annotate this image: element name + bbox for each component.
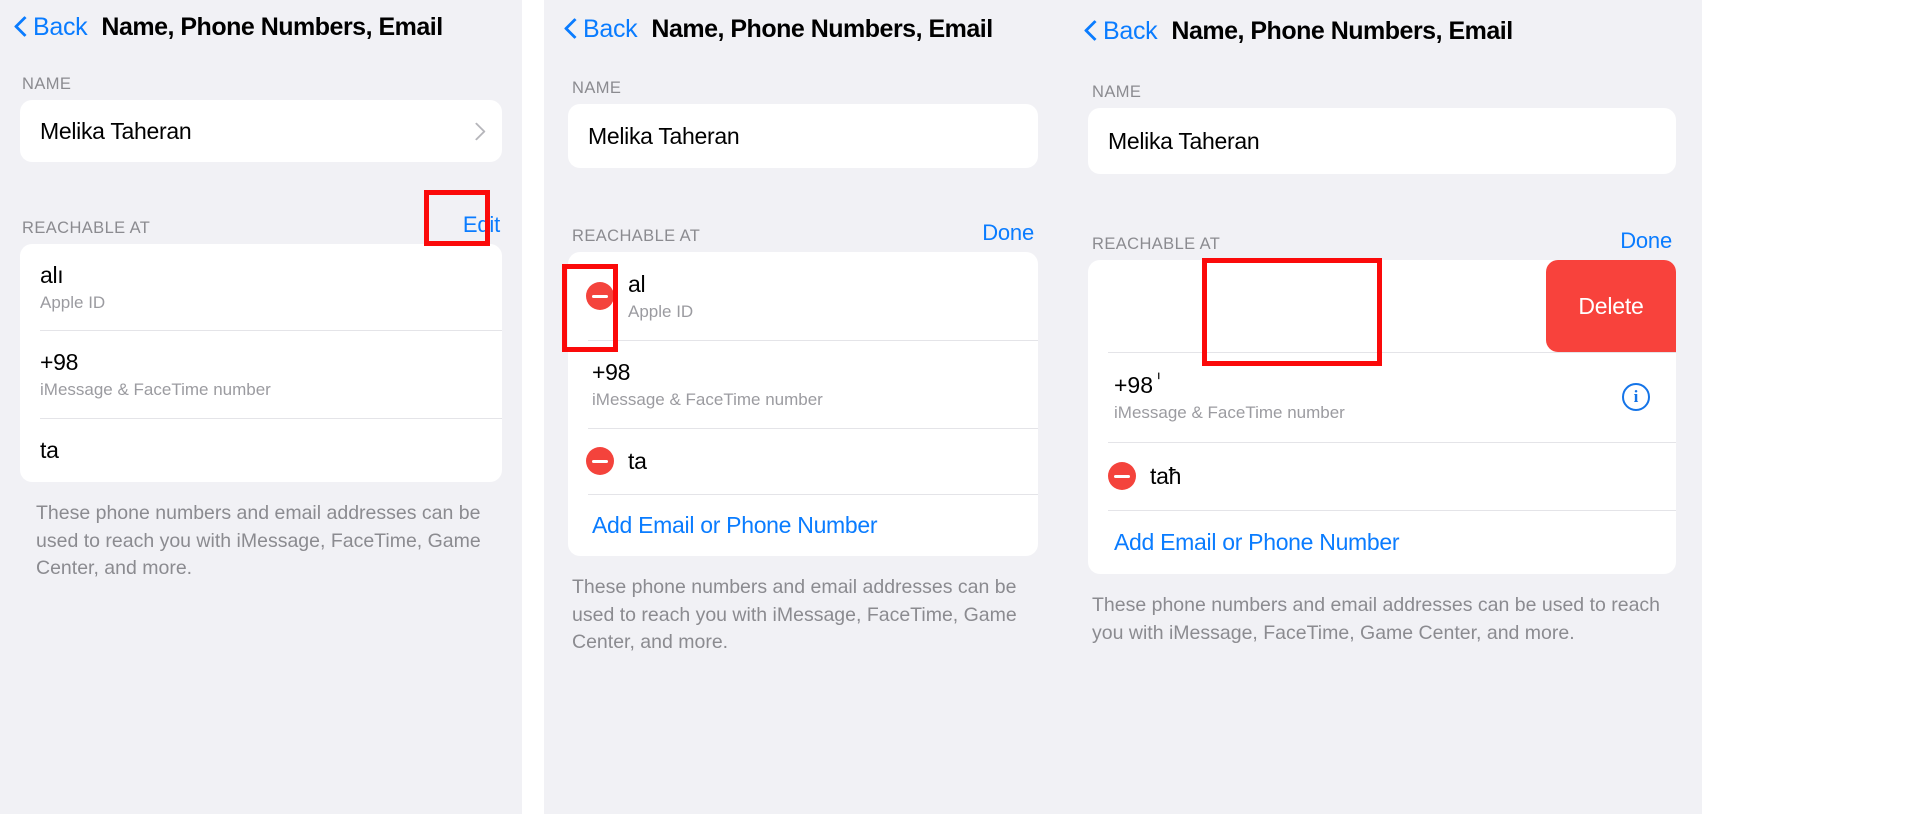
footer-note: These phone numbers and email addresses … — [572, 576, 1017, 654]
table-row[interactable]: +98 iMessage & FaceTime number — [20, 330, 502, 418]
done-button[interactable]: Done — [982, 220, 1034, 246]
page-title: Name, Phone Numbers, Email — [1171, 16, 1513, 45]
back-button[interactable]: Back — [1084, 16, 1158, 46]
footer-note: These phone numbers and email addresses … — [36, 502, 481, 580]
navigation-bar: Back Name, Phone Numbers, Email — [544, 0, 1062, 58]
row-subtitle: iMessage & FaceTime number — [592, 389, 823, 409]
reachable-card: e e ID Delete +98 ٰ iMessage & FaceTime … — [1088, 260, 1676, 574]
footer-note: These phone numbers and email addresses … — [1092, 594, 1661, 644]
navigation-bar: Back Name, Phone Numbers, Email — [1062, 0, 1702, 62]
name-row[interactable]: Melika Taheran — [568, 104, 1038, 168]
row-content: +98 iMessage & FaceTime number — [592, 359, 1018, 410]
row-title: alı — [40, 261, 64, 288]
table-row[interactable]: ta — [568, 428, 1038, 494]
row-subtitle: iMessage & FaceTime number — [40, 379, 271, 399]
reachable-section-label: REACHABLE AT — [1092, 235, 1221, 253]
info-glyph: i — [1633, 387, 1639, 406]
panel-step-1: Back Name, Phone Numbers, Email NAME Mel… — [0, 0, 522, 814]
edit-button[interactable]: Edit — [463, 212, 500, 238]
name-value: Melika Taheran — [40, 117, 192, 144]
row-content: ta — [40, 437, 482, 464]
add-row[interactable]: Add Email or Phone Number — [1088, 510, 1676, 574]
name-card: Melika Taheran — [20, 100, 502, 162]
add-row-label: Add Email or Phone Number — [1114, 528, 1400, 555]
panel-step-3: Back Name, Phone Numbers, Email NAME Mel… — [1062, 0, 1702, 814]
delete-button[interactable]: Delete — [1546, 260, 1676, 352]
info-circle-icon[interactable]: i — [1622, 383, 1650, 411]
minus-circle-icon[interactable] — [586, 447, 614, 475]
chevron-left-icon — [564, 17, 578, 41]
row-subtitle: iMessage & FaceTime number — [1114, 402, 1345, 422]
row-title: ta — [628, 447, 647, 474]
row-title: taħ — [1150, 462, 1182, 489]
back-button-label: Back — [583, 14, 638, 43]
name-value: Melika Taheran — [1108, 127, 1260, 154]
back-button-label: Back — [33, 12, 88, 41]
back-button[interactable]: Back — [564, 14, 638, 44]
row-content: al Apple ID — [628, 271, 1018, 322]
row-title: al — [628, 270, 646, 297]
reachable-section-header: REACHABLE AT Edit — [0, 198, 522, 244]
row-title: +98 ٰ — [1114, 371, 1161, 398]
reachable-section-header: REACHABLE AT Done — [544, 206, 1062, 252]
page-title: Name, Phone Numbers, Email — [101, 12, 443, 41]
row-title: e — [1088, 281, 1580, 308]
name-card: Melika Taheran — [1088, 108, 1676, 174]
row-content: +98 iMessage & FaceTime number — [40, 349, 482, 400]
row-content: ta — [628, 448, 1018, 475]
row-subtitle: Apple ID — [40, 292, 106, 312]
reachable-section-label: REACHABLE AT — [22, 219, 151, 237]
row-subtitle: Apple ID — [628, 301, 694, 321]
navigation-bar: Back Name, Phone Numbers, Email — [0, 0, 522, 54]
row-title: +98 — [40, 348, 79, 375]
minus-circle-icon[interactable] — [1108, 462, 1136, 490]
name-section-label: NAME — [22, 75, 72, 93]
table-row[interactable]: +98 ٰ iMessage & FaceTime number i — [1088, 352, 1676, 442]
row-content: +98 ٰ iMessage & FaceTime number — [1114, 372, 1622, 423]
add-row[interactable]: Add Email or Phone Number — [568, 494, 1038, 556]
table-row[interactable]: al Apple ID — [568, 252, 1038, 340]
table-row[interactable]: alı Apple ID — [20, 244, 502, 330]
page-title: Name, Phone Numbers, Email — [651, 14, 993, 43]
name-row[interactable]: Melika Taheran — [1088, 108, 1676, 174]
screenshot-triptych: Back Name, Phone Numbers, Email NAME Mel… — [0, 0, 1920, 814]
name-section-header: NAME — [1062, 62, 1702, 108]
back-button-label: Back — [1103, 16, 1158, 45]
chevron-right-icon — [470, 120, 482, 142]
name-row-main: Melika Taheran — [588, 123, 1018, 150]
name-card: Melika Taheran — [568, 104, 1038, 168]
reachable-section-label: REACHABLE AT — [572, 227, 701, 245]
chevron-left-icon — [14, 15, 28, 39]
panel-divider — [522, 0, 544, 814]
done-button[interactable]: Done — [1620, 228, 1672, 254]
table-row[interactable]: ta — [20, 418, 502, 482]
row-content: taħ — [1150, 463, 1656, 490]
row-title: ta — [40, 436, 59, 463]
reachable-section-header: REACHABLE AT Done — [1062, 214, 1702, 260]
panel-step-2: Back Name, Phone Numbers, Email NAME Mel… — [544, 0, 1062, 814]
row-content: alı Apple ID — [40, 262, 482, 313]
table-row-swiped[interactable]: e e ID Delete — [1088, 260, 1676, 352]
table-row[interactable]: taħ — [1088, 442, 1676, 510]
minus-circle-icon[interactable] — [586, 282, 614, 310]
name-section-label: NAME — [572, 79, 622, 97]
name-row[interactable]: Melika Taheran — [20, 100, 502, 162]
name-section-header: NAME — [544, 58, 1062, 104]
name-section-label: NAME — [1092, 83, 1142, 101]
row-subtitle: e ID — [1088, 312, 1580, 332]
reachable-card: al Apple ID +98 iMessage & FaceTime numb… — [568, 252, 1038, 556]
add-row-label: Add Email or Phone Number — [592, 511, 878, 538]
name-section-header: NAME — [0, 54, 522, 100]
reachable-card: alı Apple ID +98 iMessage & FaceTime num… — [20, 244, 502, 482]
name-value: Melika Taheran — [588, 122, 740, 149]
row-title: +98 — [592, 358, 631, 385]
chevron-left-icon — [1084, 19, 1098, 43]
back-button[interactable]: Back — [14, 12, 88, 42]
row-content: e e ID — [1088, 281, 1580, 332]
table-row[interactable]: +98 iMessage & FaceTime number — [568, 340, 1038, 428]
name-row-main: Melika Taheran — [1108, 128, 1656, 155]
name-row-main: Melika Taheran — [40, 118, 470, 145]
